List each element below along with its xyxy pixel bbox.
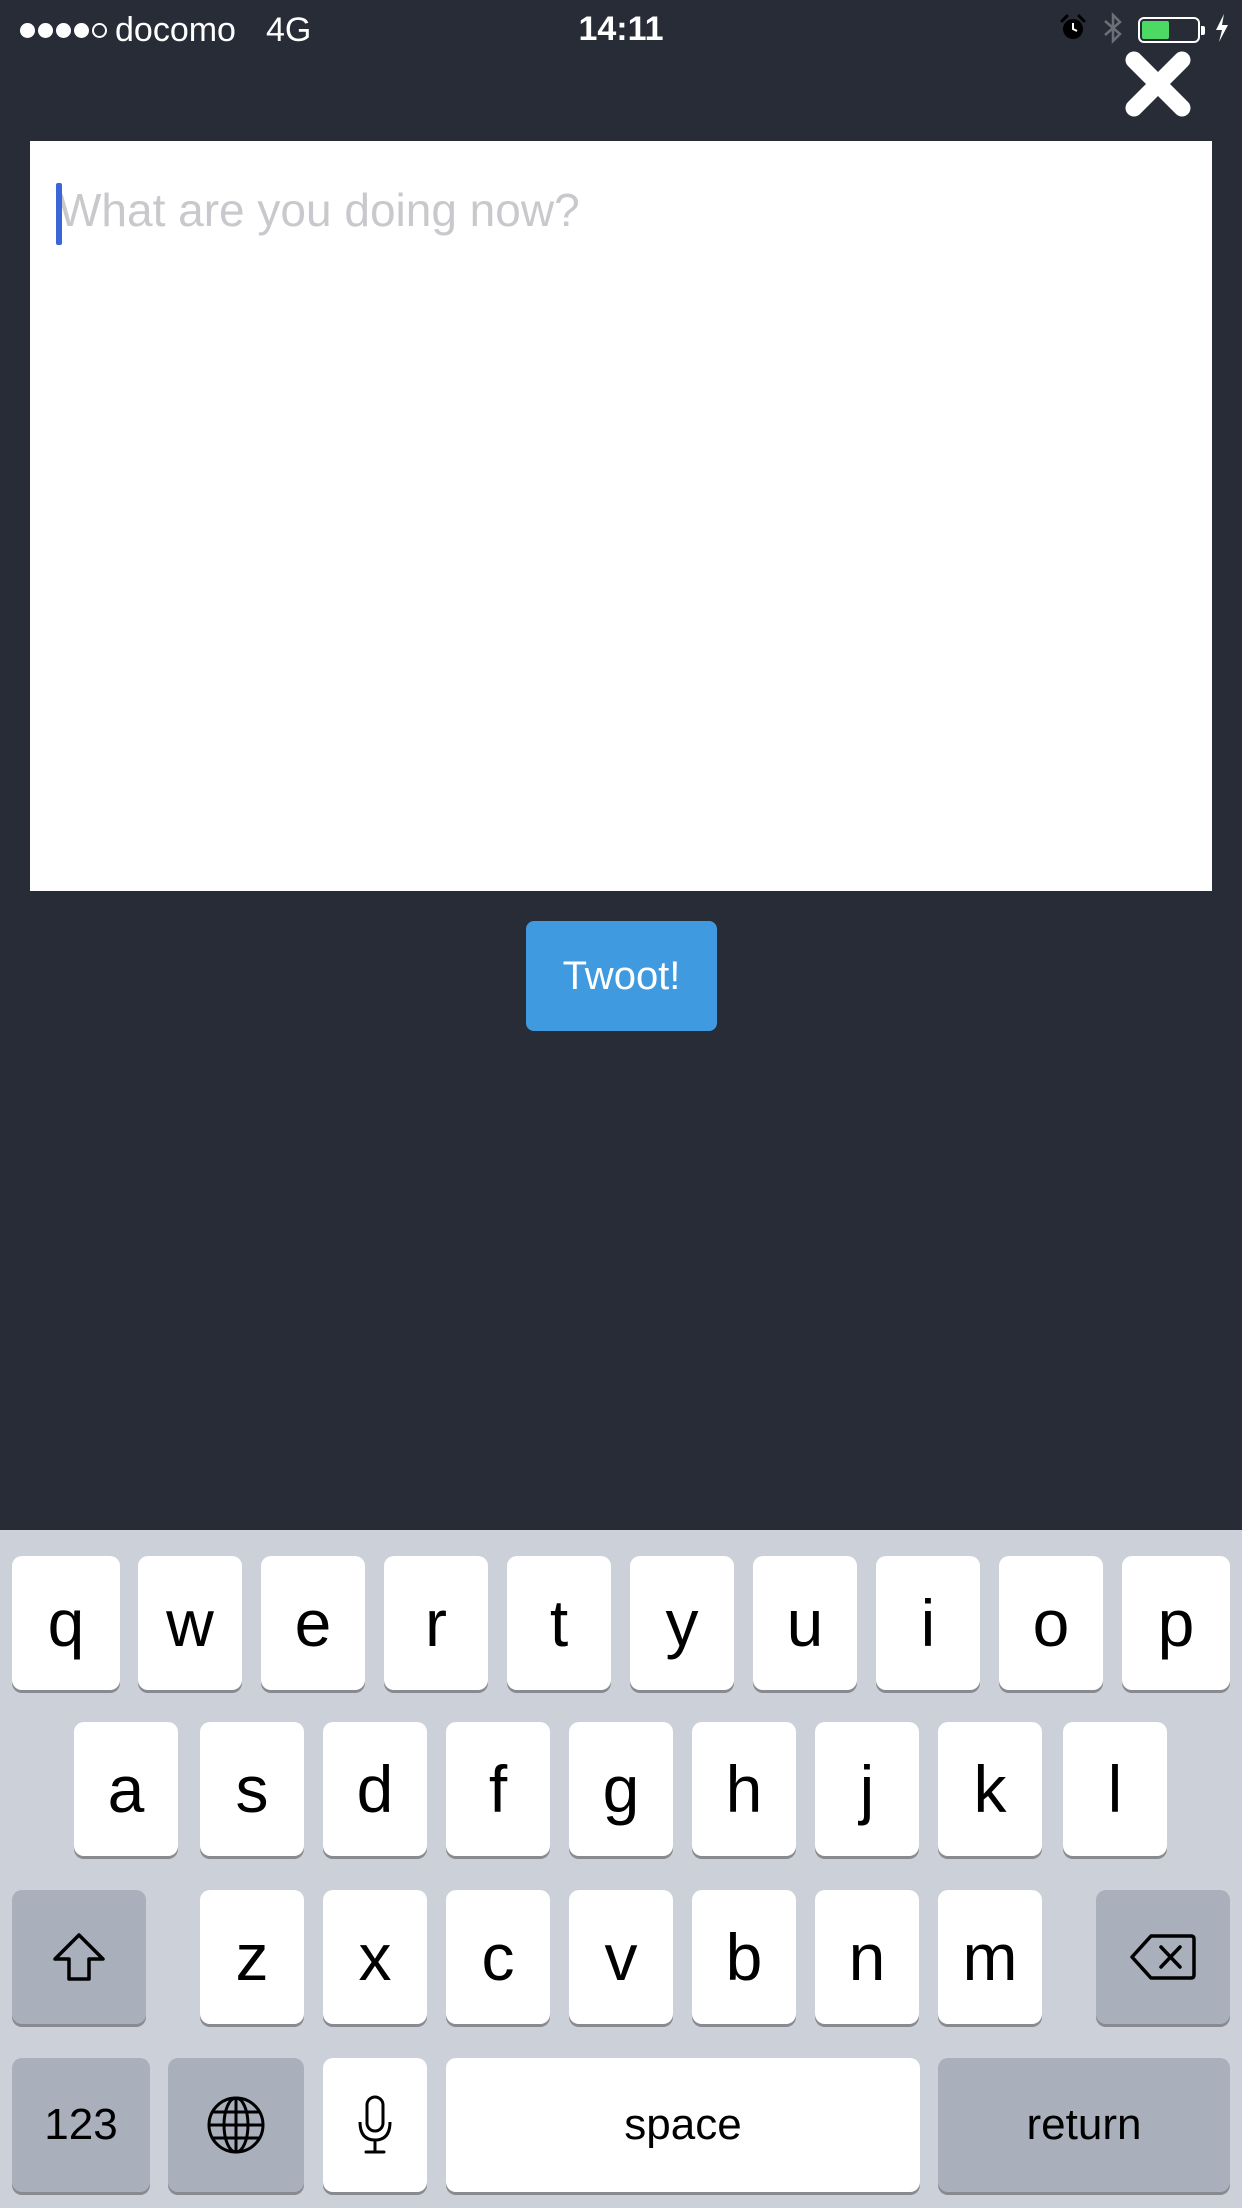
key-i[interactable]: i [876,1556,980,1690]
compose-textarea[interactable] [30,141,1212,891]
key-g[interactable]: g [569,1722,673,1856]
key-w[interactable]: w [138,1556,242,1690]
key-n[interactable]: n [815,1890,919,2024]
key-q[interactable]: q [12,1556,120,1690]
compose-box [30,141,1212,891]
return-key[interactable]: return [938,2058,1230,2192]
close-button[interactable] [1122,48,1194,120]
shift-key[interactable] [12,1890,146,2024]
shift-icon [53,1933,105,1981]
key-o[interactable]: o [999,1556,1103,1690]
charging-icon [1214,13,1230,48]
battery-level [1142,21,1169,39]
key-y[interactable]: y [630,1556,734,1690]
twoot-button[interactable]: Twoot! [526,921,717,1031]
text-caret [56,183,62,245]
key-v[interactable]: v [569,1890,673,2024]
key-t[interactable]: t [507,1556,611,1690]
key-d[interactable]: d [323,1722,427,1856]
globe-key[interactable] [168,2058,304,2192]
key-m[interactable]: m [938,1890,1042,2024]
key-h[interactable]: h [692,1722,796,1856]
status-bar: docomo 4G 14:11 [0,0,1242,60]
bluetooth-icon [1102,11,1124,49]
key-l[interactable]: l [1063,1722,1167,1856]
key-r[interactable]: r [384,1556,488,1690]
status-time: 14:11 [578,10,664,48]
status-bar-right [1058,11,1230,49]
globe-icon [207,2096,265,2154]
numbers-key[interactable]: 123 [12,2058,150,2192]
key-u[interactable]: u [753,1556,857,1690]
key-c[interactable]: c [446,1890,550,2024]
key-x[interactable]: x [323,1890,427,2024]
microphone-key[interactable] [323,2058,427,2192]
space-key[interactable]: space [446,2058,920,2192]
microphone-icon [358,2095,392,2154]
key-j[interactable]: j [815,1722,919,1856]
close-icon [1125,51,1191,117]
delete-icon [1130,1934,1196,1980]
key-z[interactable]: z [200,1890,304,2024]
key-e[interactable]: e [261,1556,365,1690]
key-s[interactable]: s [200,1722,304,1856]
alarm-icon [1058,13,1088,48]
delete-key[interactable] [1096,1890,1230,2024]
key-f[interactable]: f [446,1722,550,1856]
key-a[interactable]: a [74,1722,178,1856]
key-b[interactable]: b [692,1890,796,2024]
keyboard: q w e r t y u i o p a s d f g h j k l z … [0,1530,1242,2208]
battery-icon [1138,17,1205,43]
key-k[interactable]: k [938,1722,1042,1856]
key-p[interactable]: p [1122,1556,1230,1690]
